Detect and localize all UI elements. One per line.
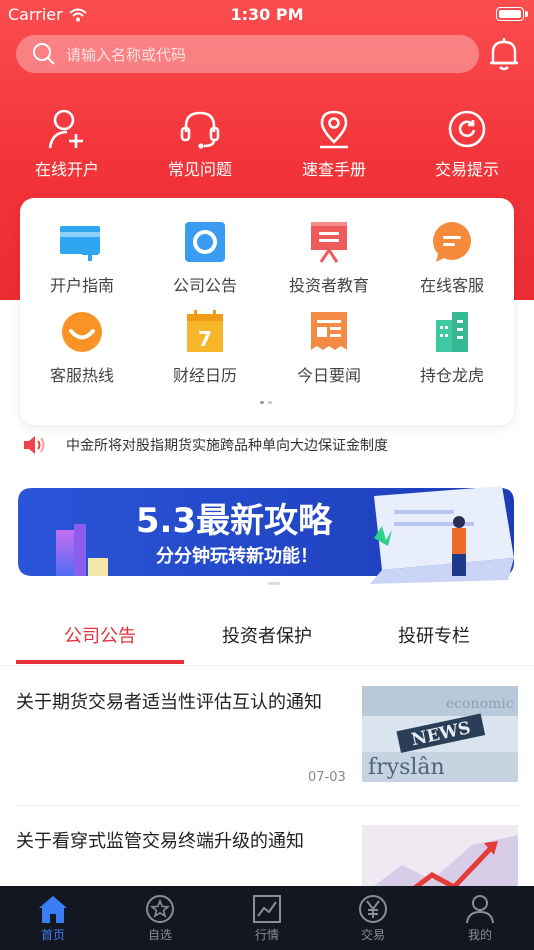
quick-action-label: 常见问题 xyxy=(167,160,232,179)
home-icon xyxy=(39,896,67,923)
grid-item-top-holdings[interactable]: 持仓龙虎 xyxy=(390,310,514,386)
headset-icon xyxy=(180,111,220,149)
search-placeholder: 请输入名称或代码 xyxy=(66,45,187,64)
search-input[interactable]: 请输入名称或代码 xyxy=(16,35,479,73)
user-add-icon xyxy=(48,109,83,149)
grid-item-finance-calendar[interactable]: 7 财经日历 xyxy=(143,310,267,386)
grid-item-account-guide[interactable]: 开户指南 xyxy=(20,220,144,296)
announcement-icon xyxy=(183,220,227,264)
quick-action-label: 在线开户 xyxy=(34,160,99,179)
promo-banner[interactable]: 5.3最新攻略 分分钟玩转新功能！ xyxy=(14,480,518,590)
page-indicator xyxy=(260,401,272,404)
grid-item-label: 客服热线 xyxy=(49,366,114,385)
svg-text:fryslân: fryslân xyxy=(368,755,445,780)
bell-icon[interactable] xyxy=(487,36,521,72)
svg-text:economic: economic xyxy=(446,696,514,712)
ticker-text: 中金所将对股指期货实施跨品种单向大边保证金制度 xyxy=(66,438,388,454)
grid-item-label: 在线客服 xyxy=(419,276,484,295)
news-ticker[interactable]: 中金所将对股指期货实施跨品种单向大边保证金制度 xyxy=(22,434,388,456)
presentation-icon xyxy=(307,220,351,264)
grid-item-label: 公司公告 xyxy=(172,276,237,295)
status-bar: Carrier 1:30 PM xyxy=(0,0,534,30)
battery-icon xyxy=(496,7,528,21)
feature-grid: 开户指南 公司公告 投资者教育 在线客服 客服热线 7 财经日历 今日要闻 持仓… xyxy=(20,198,514,425)
grid-item-announcements[interactable]: 公司公告 xyxy=(143,220,267,296)
quick-action-trade-tips[interactable]: 交易提示 xyxy=(412,108,522,180)
grid-item-label: 持仓龙虎 xyxy=(419,366,484,385)
calendar-icon: 7 xyxy=(183,310,227,354)
news-divider xyxy=(16,805,518,806)
news-title: 关于看穿式监管交易终端升级的通知 xyxy=(16,831,304,852)
tab-research-column[interactable]: 投研专栏 xyxy=(350,622,518,648)
tabbar-profile[interactable]: 我的 xyxy=(440,894,520,943)
quick-action-label: 速查手册 xyxy=(301,160,366,179)
grid-item-label: 财经日历 xyxy=(172,366,237,385)
banner-subtitle: 分分钟玩转新功能！ xyxy=(156,545,318,567)
news-thumbnail: economic fryslân NEWS xyxy=(362,686,518,782)
grid-item-label: 今日要闻 xyxy=(296,366,361,385)
card-plus-icon xyxy=(60,220,104,264)
tabbar-label: 交易 xyxy=(360,928,385,942)
grid-item-investor-education[interactable]: 投资者教育 xyxy=(267,220,391,296)
grid-item-today-news[interactable]: 今日要闻 xyxy=(267,310,391,386)
quick-action-open-account[interactable]: 在线开户 xyxy=(12,108,122,180)
tabbar-label: 首页 xyxy=(40,928,65,942)
news-date: 07-03 xyxy=(308,770,346,785)
location-pin-icon xyxy=(320,110,348,149)
buildings-icon xyxy=(430,310,474,354)
tabbar-label: 行情 xyxy=(254,928,279,942)
chat-icon xyxy=(430,220,474,264)
bottom-tab-bar: 首页 自选 行情 交易 我的 xyxy=(0,886,534,950)
svg-text:7: 7 xyxy=(198,327,212,351)
tabbar-watchlist[interactable]: 自选 xyxy=(120,894,200,943)
person-icon xyxy=(466,895,494,924)
news-title: 关于期货交易者适当性评估互认的通知 xyxy=(16,692,322,713)
content-tabs: 公司公告 投资者保护 投研专栏 xyxy=(0,618,534,666)
tabbar-home[interactable]: 首页 xyxy=(13,894,93,943)
grid-item-online-service[interactable]: 在线客服 xyxy=(390,220,514,296)
banner-indicator xyxy=(268,582,280,585)
speaker-icon xyxy=(24,436,45,454)
grid-item-label: 投资者教育 xyxy=(288,276,369,295)
tabbar-trade[interactable]: 交易 xyxy=(333,894,413,943)
quick-action-manual[interactable]: 速查手册 xyxy=(279,108,389,180)
smile-icon xyxy=(60,310,104,354)
tab-active-indicator xyxy=(16,660,184,664)
quick-action-faq[interactable]: 常见问题 xyxy=(145,108,255,180)
tab-company-announcements[interactable]: 公司公告 xyxy=(16,622,184,648)
tabbar-label: 自选 xyxy=(147,928,172,942)
star-icon xyxy=(146,895,174,923)
grid-item-label: 开户指南 xyxy=(49,276,114,295)
grid-item-hotline[interactable]: 客服热线 xyxy=(20,310,144,386)
tabbar-label: 我的 xyxy=(467,928,492,942)
chart-icon xyxy=(253,895,281,923)
banner-title: 5.3最新攻略 xyxy=(136,501,333,541)
tab-investor-protection[interactable]: 投资者保护 xyxy=(183,622,351,648)
clock: 1:30 PM xyxy=(230,5,304,24)
receipt-icon xyxy=(307,310,351,354)
yen-icon xyxy=(359,895,387,923)
tabbar-market[interactable]: 行情 xyxy=(227,894,307,943)
refresh-circle-icon xyxy=(448,110,486,148)
quick-action-label: 交易提示 xyxy=(434,160,499,179)
search-icon xyxy=(33,43,55,65)
